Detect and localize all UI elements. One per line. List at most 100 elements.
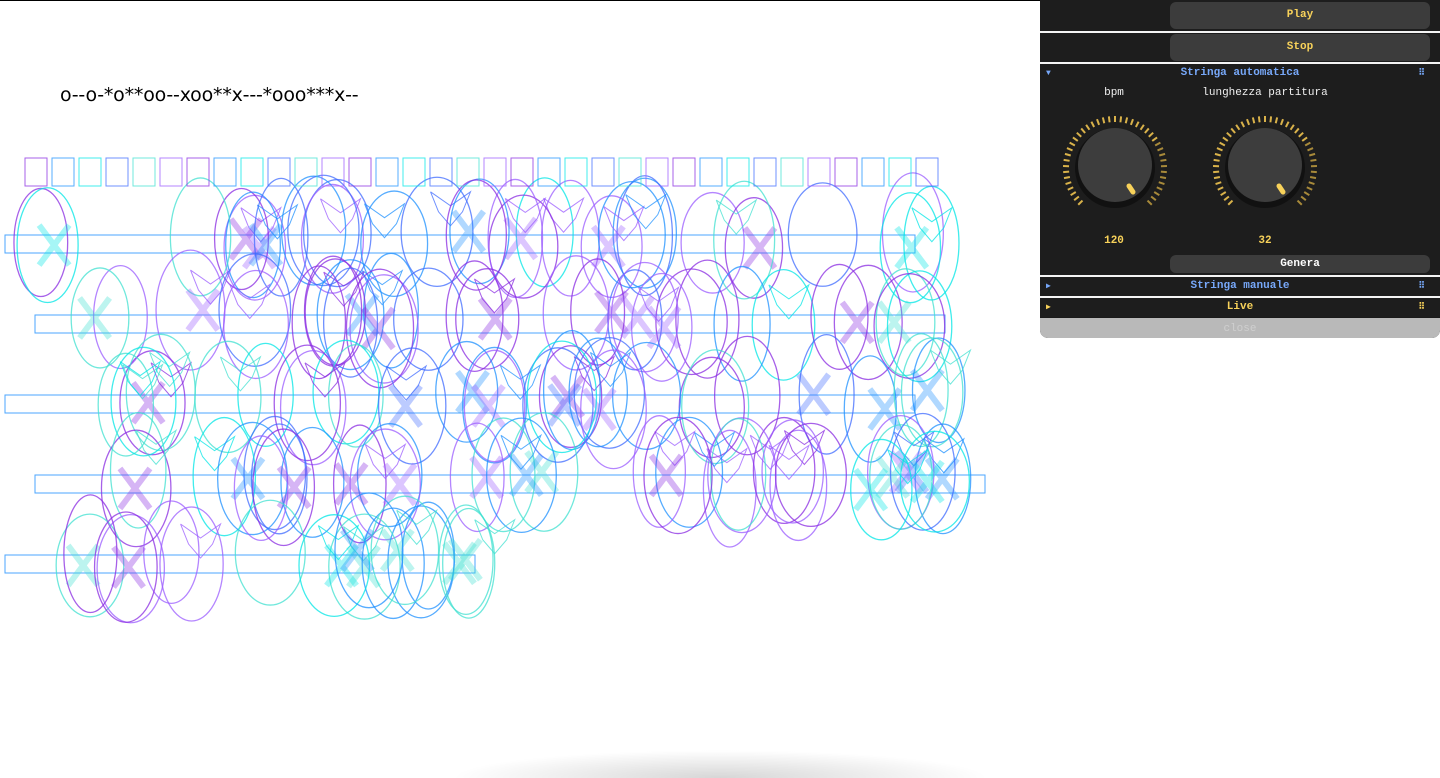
folder-auto-header[interactable]: ▼ Stringa automatica ⠿ <box>1040 62 1440 83</box>
glyph-hash <box>699 157 723 187</box>
knob-tick <box>1077 199 1084 206</box>
knob-tick <box>1063 158 1070 162</box>
glyph-hash <box>24 157 48 187</box>
knob-tick <box>1119 116 1123 123</box>
score-length-knob[interactable] <box>1210 113 1320 223</box>
glyph-o <box>298 514 371 618</box>
glyph-x <box>65 543 101 588</box>
glyph-x <box>620 295 655 339</box>
drag-grip-icon[interactable]: ⠿ <box>1418 64 1425 83</box>
folder-manual-header[interactable]: ▶ Stringa manuale ⠿ <box>1040 275 1440 296</box>
knob-tick <box>1107 116 1111 123</box>
glyph-hash <box>348 157 372 187</box>
folder-live-header[interactable]: ▶ Live ⠿ <box>1040 296 1440 317</box>
knob-tick <box>1153 191 1160 197</box>
stop-button[interactable]: Stop <box>1170 34 1430 61</box>
knob-tick <box>1220 191 1227 197</box>
knob-tick <box>1148 131 1154 138</box>
glyph-hash <box>915 157 939 187</box>
knob-tick <box>1230 127 1236 134</box>
glyph-star <box>768 283 810 320</box>
knob-tick <box>1134 121 1140 128</box>
glyph-x <box>894 225 930 270</box>
folder-live-title: Live <box>1226 301 1254 313</box>
knob-tick <box>1067 186 1074 191</box>
knob-tick <box>1304 141 1311 147</box>
glyph-hash <box>591 157 615 187</box>
close-button[interactable]: close <box>1040 318 1440 338</box>
glyph-o <box>616 175 674 297</box>
knob-tick <box>1309 175 1317 180</box>
drag-grip-icon[interactable]: ⠿ <box>1418 298 1425 317</box>
glyph-o <box>377 347 447 465</box>
glyph-x <box>451 209 486 254</box>
glyph-o <box>155 249 226 371</box>
knob-tick <box>1090 121 1096 128</box>
knob-tick <box>1308 181 1315 186</box>
glyph-hash <box>861 157 885 187</box>
knob-tick <box>1139 124 1145 131</box>
glyph-hash <box>213 157 237 187</box>
glyph-x <box>876 300 912 344</box>
knob-tick <box>1213 158 1220 162</box>
glyph-hash <box>834 157 858 187</box>
knob-tick <box>1303 191 1310 197</box>
folder-auto-body: bpm lunghezza partitura 120 32 Genera <box>1040 83 1440 275</box>
score-string: o--o-*o**oo--xoo**x---*ooo***x-- <box>60 84 359 106</box>
knob-tick <box>1158 181 1165 186</box>
knob-tick <box>1301 136 1308 142</box>
glyph-o <box>387 505 455 619</box>
knob-tick <box>1269 116 1273 123</box>
glyph-o <box>234 499 306 606</box>
glyph-star <box>194 435 236 472</box>
glyph-hash <box>105 157 129 187</box>
glyph-hash <box>780 157 804 187</box>
glyph-star <box>180 522 222 559</box>
knob-tick <box>1159 175 1167 180</box>
bpm-knob[interactable] <box>1060 113 1170 223</box>
glyph-hash <box>483 157 507 187</box>
glyph-star <box>715 198 758 235</box>
glyph-x <box>503 216 539 261</box>
knob-tick <box>1235 124 1241 131</box>
glyph-x <box>470 384 506 428</box>
play-button[interactable]: Play <box>1170 2 1430 29</box>
triangle-right-icon: ▶ <box>1046 282 1051 291</box>
glyph-x <box>36 223 72 267</box>
glyph-canvas <box>4 157 986 624</box>
knob-tick <box>1156 186 1163 191</box>
knob-tick <box>1306 186 1313 191</box>
generate-button[interactable]: Genera <box>1170 255 1430 273</box>
knob-tick <box>1226 131 1232 138</box>
knob-tick <box>1124 117 1129 124</box>
glyph-o <box>16 187 79 304</box>
glyph-o <box>169 177 232 297</box>
knob-tick <box>1246 118 1251 126</box>
folder-manual-title: Stringa manuale <box>1190 280 1290 292</box>
knob-tick <box>1219 141 1226 147</box>
folder-auto-title: Stringa automatica <box>1180 67 1300 79</box>
glyph-o <box>542 255 610 371</box>
knob-tick <box>1129 118 1134 126</box>
glyph-o <box>612 341 682 450</box>
drag-grip-icon[interactable]: ⠿ <box>1418 277 1425 296</box>
knob-tick <box>1274 117 1279 124</box>
knob-tick <box>1216 147 1223 152</box>
knob-tick <box>1101 117 1106 124</box>
triangle-down-icon: ▼ <box>1046 69 1051 78</box>
knob-tick <box>1294 127 1300 134</box>
glyph-x <box>111 545 146 589</box>
knob-tick <box>1154 141 1161 147</box>
knob-tick <box>1227 199 1234 206</box>
glyph-o <box>143 500 200 604</box>
glyph-hash <box>78 157 102 187</box>
knob-tick <box>1069 141 1076 147</box>
glyph-x <box>360 306 396 351</box>
knob-tick <box>1096 118 1101 126</box>
bpm-label: bpm <box>1104 87 1124 99</box>
glyph-x <box>455 370 490 414</box>
score-length-value: 32 <box>1258 235 1272 247</box>
bpm-value: 120 <box>1104 235 1124 247</box>
knob-tick <box>1144 127 1150 134</box>
knob-tick <box>1215 181 1222 186</box>
